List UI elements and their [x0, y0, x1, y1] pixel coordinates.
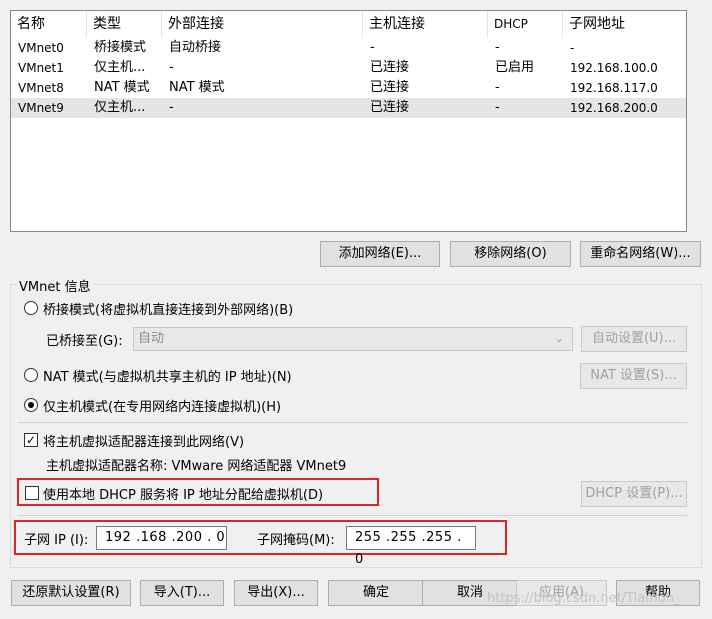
restore-defaults-button[interactable]: 还原默认设置(R)	[11, 580, 131, 606]
table-row-selected[interactable]: VMnet9 仅主机... - 已连接 - 192.168.200.0	[11, 98, 686, 118]
cell-name: VMnet9	[18, 101, 64, 115]
column-header-dhcp[interactable]: DHCP	[488, 11, 563, 38]
cell-subnet: 192.168.117.0	[570, 81, 658, 95]
dhcp-settings-button[interactable]: DHCP 设置(P)...	[581, 481, 687, 507]
column-header-type[interactable]: 类型	[87, 11, 162, 38]
cell-name: VMnet8	[18, 81, 64, 95]
adapter-name-text: 主机虚拟适配器名称: VMware 网络适配器 VMnet9	[46, 459, 347, 474]
apply-button[interactable]: 应用(A)	[516, 580, 607, 606]
cell-dhcp: -	[495, 80, 500, 95]
nat-mode-radio[interactable]	[24, 368, 38, 382]
table-row[interactable]: VMnet0 桥接模式 自动桥接 - - -	[11, 38, 686, 58]
auto-settings-button[interactable]: 自动设置(U)...	[581, 326, 687, 352]
cell-host: 已连接	[370, 60, 410, 75]
divider	[18, 515, 687, 516]
cell-dhcp: 已启用	[495, 60, 535, 75]
bridged-to-select[interactable]: 自动 ⌄	[133, 327, 573, 351]
nat-mode-label[interactable]: NAT 模式(与虚拟机共享主机的 IP 地址)(N)	[43, 366, 292, 385]
list-header: 名称 类型 外部连接 主机连接 DHCP 子网地址	[11, 11, 686, 38]
cell-host: 已连接	[370, 100, 410, 115]
cell-external: 自动桥接	[169, 40, 222, 55]
export-button[interactable]: 导出(X)...	[234, 580, 318, 606]
cell-type: 仅主机...	[94, 60, 146, 75]
cell-dhcp: -	[495, 40, 500, 55]
cell-subnet: -	[570, 41, 575, 55]
remove-network-button[interactable]: 移除网络(O)	[450, 241, 571, 267]
chevron-down-icon: ⌄	[554, 332, 564, 345]
cell-subnet: 192.168.200.0	[570, 101, 658, 115]
column-header-host[interactable]: 主机连接	[363, 11, 488, 38]
host-only-mode-radio[interactable]	[24, 398, 38, 412]
cell-external: -	[169, 60, 174, 75]
nat-settings-button[interactable]: NAT 设置(S)...	[580, 363, 687, 389]
help-button[interactable]: 帮助	[616, 580, 700, 606]
subnet-mask-field[interactable]: 255 .255 .255 . 0	[346, 526, 476, 567]
cell-host: -	[370, 40, 375, 55]
host-only-mode-label[interactable]: 仅主机模式(在专用网络内连接虚拟机)(H)	[43, 396, 281, 415]
connect-adapter-checkbox[interactable]: ✓	[24, 433, 38, 447]
bridged-mode-radio[interactable]	[24, 301, 38, 315]
cell-dhcp: -	[495, 100, 500, 115]
rename-network-button[interactable]: 重命名网络(W)...	[580, 241, 701, 267]
network-list[interactable]: 名称 类型 外部连接 主机连接 DHCP 子网地址 VMnet0 桥接模式 自动…	[10, 10, 687, 232]
vmnet-info-title: VMnet 信息	[17, 276, 93, 295]
ok-button[interactable]: 确定	[328, 580, 424, 606]
cell-external: -	[169, 100, 174, 115]
subnet-mask-label: 子网掩码(M):	[257, 533, 335, 548]
cell-host: 已连接	[370, 80, 410, 95]
bridged-mode-label[interactable]: 桥接模式(将虚拟机直接连接到外部网络)(B)	[43, 299, 293, 318]
table-row[interactable]: VMnet1 仅主机... - 已连接 已启用 192.168.100.0	[11, 58, 686, 78]
cell-type: 仅主机...	[94, 100, 146, 115]
column-header-name[interactable]: 名称	[11, 11, 87, 38]
import-button[interactable]: 导入(T)...	[140, 580, 224, 606]
bridged-to-value: 自动	[138, 331, 165, 346]
column-header-subnet[interactable]: 子网地址	[563, 11, 686, 38]
cell-type: NAT 模式	[94, 80, 150, 95]
column-header-external[interactable]: 外部连接	[162, 11, 363, 38]
use-dhcp-checkbox[interactable]	[25, 486, 39, 500]
cancel-button[interactable]: 取消	[422, 580, 518, 606]
cell-type: 桥接模式	[94, 40, 147, 55]
subnet-ip-field[interactable]: 192 .168 .200 . 0	[96, 526, 227, 550]
cell-subnet: 192.168.100.0	[570, 61, 658, 75]
use-dhcp-label[interactable]: 使用本地 DHCP 服务将 IP 地址分配给虚拟机(D)	[43, 484, 323, 503]
cell-name: VMnet0	[18, 41, 64, 55]
subnet-ip-label: 子网 IP (I):	[24, 533, 89, 548]
add-network-button[interactable]: 添加网络(E)...	[320, 241, 440, 267]
divider	[18, 422, 687, 423]
cell-name: VMnet1	[18, 61, 64, 75]
cell-external: NAT 模式	[169, 80, 225, 95]
connect-adapter-label[interactable]: 将主机虚拟适配器连接到此网络(V)	[43, 431, 244, 450]
table-row[interactable]: VMnet8 NAT 模式 NAT 模式 已连接 - 192.168.117.0	[11, 78, 686, 98]
bridged-to-label: 已桥接至(G):	[46, 334, 123, 349]
